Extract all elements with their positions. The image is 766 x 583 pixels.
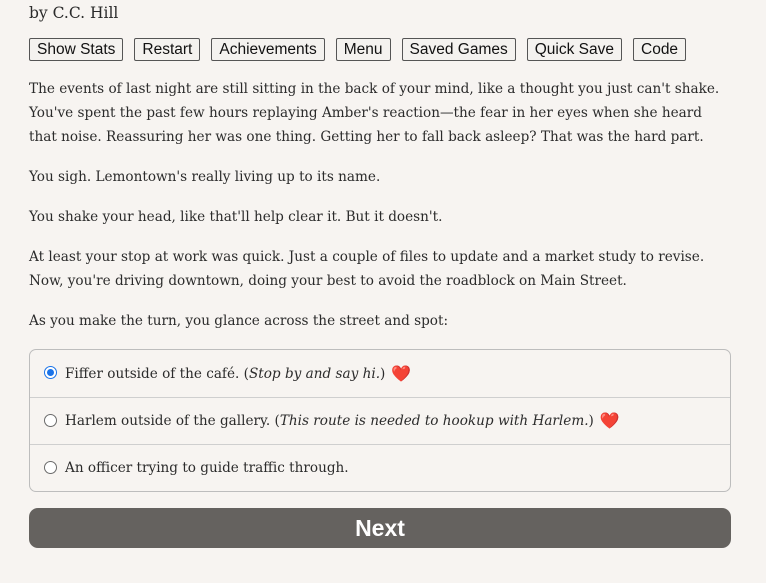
story-paragraph: You sigh. Lemontown's really living up t… [29, 169, 381, 185]
story-text: The events of last night are still sitti… [29, 77, 731, 333]
toolbar: Show Stats Restart Achievements Menu Sav… [29, 38, 731, 63]
choice-radio-selected[interactable] [44, 366, 57, 379]
choice-label: Fiffer outside of the café. (Stop by and… [65, 365, 386, 382]
choice-label: Harlem outside of the gallery. (This rou… [65, 413, 594, 429]
heart-icon: ❤️ [391, 363, 412, 383]
choice-officer[interactable]: An officer trying to guide traffic throu… [30, 444, 730, 491]
choice-radio[interactable] [44, 413, 57, 427]
heart-icon: ❤️ [599, 411, 620, 430]
menu-button[interactable]: Menu [335, 38, 391, 61]
next-button[interactable]: Next [29, 508, 731, 548]
choice-fiffer[interactable]: Fiffer outside of the café. (Stop by and… [30, 350, 730, 397]
choice-hint: This route is needed to hookup with Harl… [279, 413, 589, 429]
choice-label: An officer trying to guide traffic throu… [65, 460, 349, 476]
choice-hint: Stop by and say hi. [248, 365, 381, 382]
show-stats-button[interactable]: Show Stats [29, 38, 124, 61]
achievements-button[interactable]: Achievements [211, 38, 325, 61]
game-container: by C.C. Hill Show Stats Restart Achievem… [29, 0, 731, 548]
story-paragraph: The events of last night are still sitti… [29, 81, 720, 145]
story-paragraph: You shake your head, like that'll help c… [29, 209, 443, 225]
choice-harlem[interactable]: Harlem outside of the gallery. (This rou… [30, 397, 730, 444]
author-byline: by C.C. Hill [29, 4, 119, 22]
choice-radio[interactable] [44, 460, 57, 474]
saved-games-button[interactable]: Saved Games [401, 38, 516, 61]
story-paragraph: At least your stop at work was quick. Ju… [29, 249, 705, 289]
story-paragraph: As you make the turn, you glance across … [29, 313, 449, 329]
code-button[interactable]: Code [633, 38, 687, 61]
restart-button[interactable]: Restart [134, 38, 201, 61]
choice-list: Fiffer outside of the café. (Stop by and… [29, 349, 731, 492]
quick-save-button[interactable]: Quick Save [526, 38, 622, 61]
